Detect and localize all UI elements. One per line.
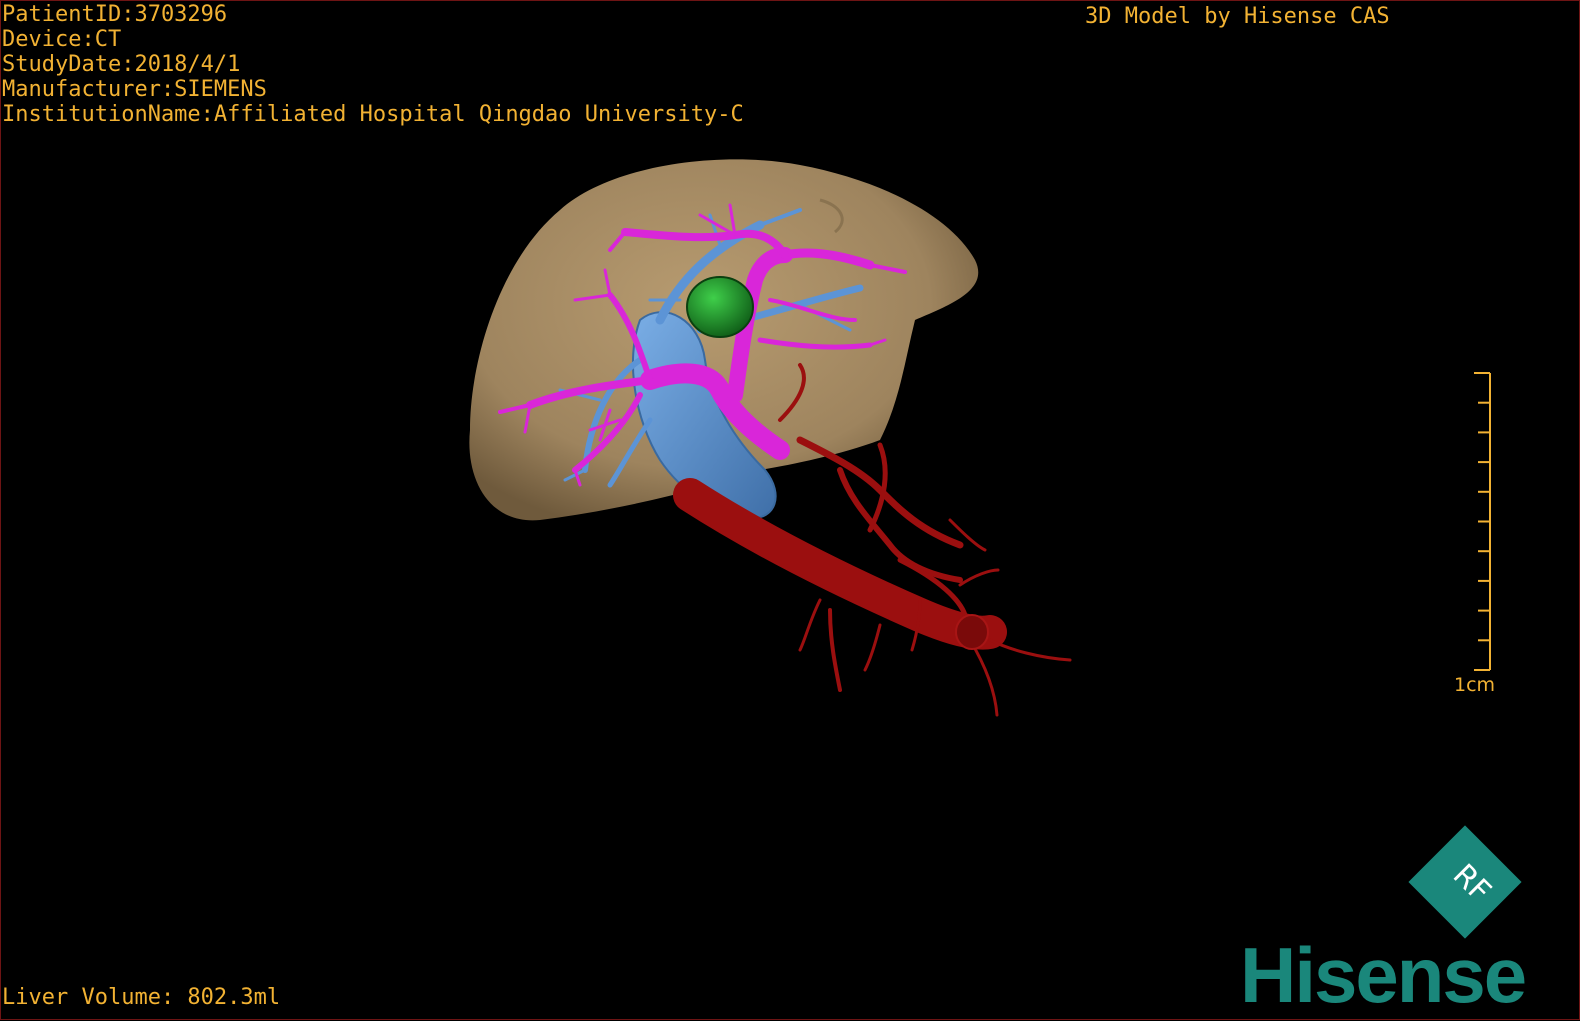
tumor-model[interactable] xyxy=(686,276,754,338)
study-date-text: StudyDate:2018/4/1 xyxy=(2,52,241,77)
institution-text: InstitutionName:Affiliated Hospital Qing… xyxy=(2,102,744,127)
3d-viewport[interactable] xyxy=(0,0,1580,1020)
liver-volume-text: Liver Volume: 802.3ml xyxy=(2,985,281,1010)
device-text: Device:CT xyxy=(2,27,122,52)
scale-bar xyxy=(1474,372,1491,671)
dicom-info-overlay: PatientID:3703296 Device:CT StudyDate:20… xyxy=(2,2,744,127)
hisense-logo: Hisense xyxy=(1240,931,1527,1019)
brand-caption: 3D Model by Hisense CAS xyxy=(1085,4,1390,29)
patient-id-text: PatientID:3703296 xyxy=(2,2,228,27)
scale-bar-label: 1cm xyxy=(1454,674,1496,696)
manufacturer-text: Manufacturer:SIEMENS xyxy=(2,77,267,102)
aorta-cut-end xyxy=(955,614,989,650)
